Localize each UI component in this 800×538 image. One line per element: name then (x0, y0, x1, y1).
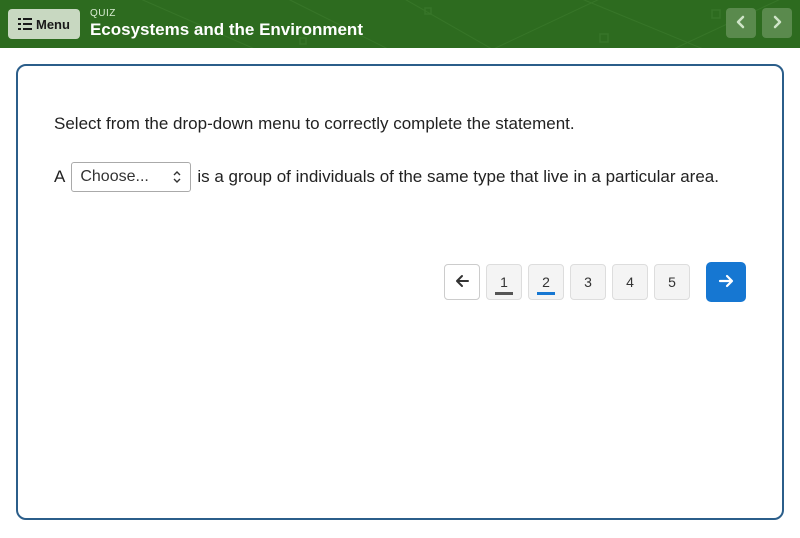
pager-item-label: 2 (542, 274, 550, 290)
pager-prev-button[interactable] (444, 264, 480, 300)
pager-item-label: 5 (668, 274, 676, 290)
statement-after: is a group of individuals of the same ty… (197, 167, 719, 187)
quiz-label: QUIZ (90, 8, 363, 19)
pager-underline (621, 292, 639, 295)
pager-underline (537, 292, 555, 295)
chevron-left-icon (734, 15, 748, 32)
pager-underline (663, 292, 681, 295)
menu-icon (18, 18, 32, 30)
pager-item-4[interactable]: 4 (612, 264, 648, 300)
arrow-left-icon (454, 274, 470, 291)
pager-item-5[interactable]: 5 (654, 264, 690, 300)
statement-before: A (54, 167, 65, 187)
pager-item-label: 3 (584, 274, 592, 290)
pager-next-button[interactable] (706, 262, 746, 302)
pager-item-1[interactable]: 1 (486, 264, 522, 300)
title-block: QUIZ Ecosystems and the Environment (90, 8, 363, 40)
statement: A Choose... is a group of individuals of… (54, 162, 746, 192)
select-caret-icon (172, 170, 182, 184)
pager-item-label: 4 (626, 274, 634, 290)
pager-underline (495, 292, 513, 295)
page-title: Ecosystems and the Environment (90, 20, 363, 40)
instruction-text: Select from the drop-down menu to correc… (54, 114, 746, 134)
pager-item-3[interactable]: 3 (570, 264, 606, 300)
menu-label: Menu (36, 17, 70, 32)
question-pager: 1 2 3 4 5 (444, 262, 746, 302)
answer-dropdown[interactable]: Choose... (71, 162, 191, 192)
chevron-right-icon (770, 15, 784, 32)
dropdown-value: Choose... (80, 168, 148, 186)
app-header: Menu QUIZ Ecosystems and the Environment (0, 0, 800, 48)
prev-page-button[interactable] (726, 8, 756, 38)
header-nav (726, 8, 792, 38)
question-card: Select from the drop-down menu to correc… (16, 64, 784, 520)
pager-underline (579, 292, 597, 295)
arrow-right-icon (717, 274, 735, 291)
next-page-button[interactable] (762, 8, 792, 38)
menu-button[interactable]: Menu (8, 9, 80, 39)
pager-item-label: 1 (500, 274, 508, 290)
pager-item-2[interactable]: 2 (528, 264, 564, 300)
